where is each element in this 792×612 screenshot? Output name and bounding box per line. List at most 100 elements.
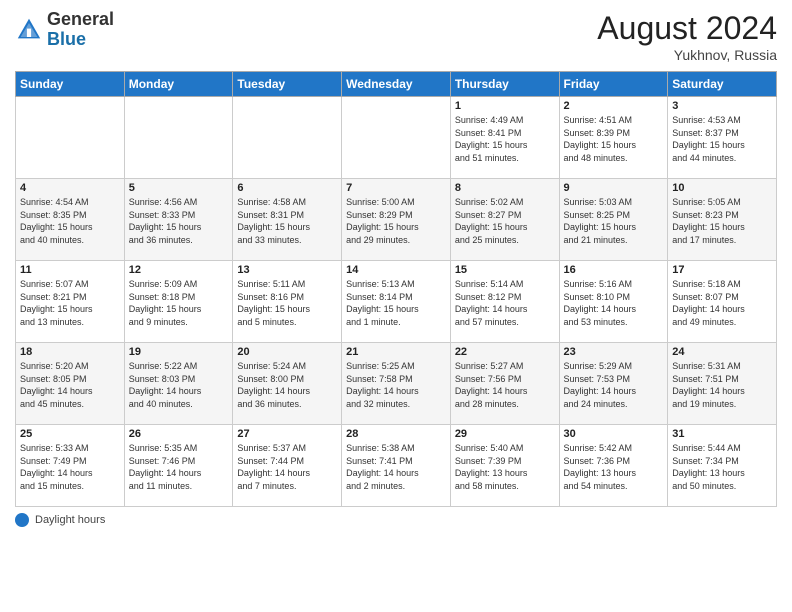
day-number: 4: [20, 182, 120, 194]
day-number: 18: [20, 346, 120, 358]
day-info: Sunrise: 5:33 AM Sunset: 7:49 PM Dayligh…: [20, 442, 120, 492]
day-info: Sunrise: 5:25 AM Sunset: 7:58 PM Dayligh…: [346, 360, 446, 410]
day-number: 22: [455, 346, 555, 358]
day-number: 13: [237, 264, 337, 276]
day-number: 29: [455, 428, 555, 440]
calendar-cell: 17Sunrise: 5:18 AM Sunset: 8:07 PM Dayli…: [668, 261, 777, 343]
day-info: Sunrise: 5:22 AM Sunset: 8:03 PM Dayligh…: [129, 360, 229, 410]
day-number: 28: [346, 428, 446, 440]
day-number: 16: [564, 264, 664, 276]
day-number: 19: [129, 346, 229, 358]
calendar-cell: 19 Sunrise: 5:22 AM Sunset: 8:03 PM Dayli…: [124, 343, 233, 425]
day-number: 12: [129, 264, 229, 276]
day-number: 6: [237, 182, 337, 194]
logo: General Blue: [15, 10, 114, 50]
day-info: Sunrise: 4:49 AM Sunset: 8:41 PM Dayligh…: [455, 114, 555, 164]
title-block: August 2024 Yukhnov, Russia: [597, 10, 777, 63]
calendar-cell: 18 Sunrise: 5:20 AM Sunset: 8:05 PM Dayli…: [16, 343, 125, 425]
calendar-day-header: Thursday: [450, 72, 559, 97]
calendar-cell: [342, 97, 451, 179]
day-info: Sunrise: 5:16 AM Sunset: 8:10 PM Dayligh…: [564, 278, 664, 328]
calendar-cell: 11Sunrise: 5:07 AM Sunset: 8:21 PM Dayli…: [16, 261, 125, 343]
calendar-day-header: Tuesday: [233, 72, 342, 97]
calendar-cell: 23Sunrise: 5:29 AM Sunset: 7:53 PM Dayli…: [559, 343, 668, 425]
day-info: Sunrise: 5:40 AM Sunset: 7:39 PM Dayligh…: [455, 442, 555, 492]
day-info: Sunrise: 5:14 AM Sunset: 8:12 PM Dayligh…: [455, 278, 555, 328]
day-info: Sunrise: 5:18 AM Sunset: 8:07 PM Dayligh…: [672, 278, 772, 328]
calendar-cell: 8Sunrise: 5:02 AM Sunset: 8:27 PM Daylig…: [450, 179, 559, 261]
calendar: SundayMondayTuesdayWednesdayThursdayFrid…: [15, 71, 777, 507]
day-info: Sunrise: 5:27 AM Sunset: 7:56 PM Dayligh…: [455, 360, 555, 410]
day-number: 31: [672, 428, 772, 440]
calendar-cell: 2Sunrise: 4:51 AM Sunset: 8:39 PM Daylig…: [559, 97, 668, 179]
day-info: Sunrise: 5:00 AM Sunset: 8:29 PM Dayligh…: [346, 196, 446, 246]
calendar-week-row: 18 Sunrise: 5:20 AM Sunset: 8:05 PM Dayli…: [16, 343, 777, 425]
day-info: Sunrise: 5:37 AM Sunset: 7:44 PM Dayligh…: [237, 442, 337, 492]
day-info: Sunrise: 5:11 AM Sunset: 8:16 PM Dayligh…: [237, 278, 337, 328]
month-year: August 2024: [597, 10, 777, 47]
footer: Daylight hours: [15, 513, 777, 527]
day-number: 21: [346, 346, 446, 358]
day-info: Sunrise: 5:42 AM Sunset: 7:36 PM Dayligh…: [564, 442, 664, 492]
calendar-cell: [233, 97, 342, 179]
day-info: Sunrise: 5:35 AM Sunset: 7:46 PM Dayligh…: [129, 442, 229, 492]
calendar-day-header: Monday: [124, 72, 233, 97]
day-info: Sunrise: 5:24 AM Sunset: 8:00 PM Dayligh…: [237, 360, 337, 410]
day-number: 14: [346, 264, 446, 276]
day-info: Sunrise: 5:07 AM Sunset: 8:21 PM Dayligh…: [20, 278, 120, 328]
calendar-cell: 15Sunrise: 5:14 AM Sunset: 8:12 PM Dayli…: [450, 261, 559, 343]
day-info: Sunrise: 5:09 AM Sunset: 8:18 PM Dayligh…: [129, 278, 229, 328]
day-info: Sunrise: 5:44 AM Sunset: 7:34 PM Dayligh…: [672, 442, 772, 492]
calendar-cell: 27Sunrise: 5:37 AM Sunset: 7:44 PM Dayli…: [233, 425, 342, 507]
calendar-week-row: 11Sunrise: 5:07 AM Sunset: 8:21 PM Dayli…: [16, 261, 777, 343]
day-number: 10: [672, 182, 772, 194]
logo-icon: [15, 16, 43, 44]
calendar-week-row: 4Sunrise: 4:54 AM Sunset: 8:35 PM Daylig…: [16, 179, 777, 261]
calendar-day-header: Wednesday: [342, 72, 451, 97]
footer-dot: [15, 513, 29, 527]
calendar-cell: 5 Sunrise: 4:56 AM Sunset: 8:33 PM Daylig…: [124, 179, 233, 261]
calendar-week-row: 25 Sunrise: 5:33 AM Sunset: 7:49 PM Dayli…: [16, 425, 777, 507]
calendar-cell: 30 Sunrise: 5:42 AM Sunset: 7:36 PM Dayli…: [559, 425, 668, 507]
calendar-cell: 20Sunrise: 5:24 AM Sunset: 8:00 PM Dayli…: [233, 343, 342, 425]
page: General Blue August 2024 Yukhnov, Russia…: [0, 0, 792, 612]
day-number: 25: [20, 428, 120, 440]
logo-blue-text: Blue: [47, 29, 86, 49]
day-info: Sunrise: 4:51 AM Sunset: 8:39 PM Dayligh…: [564, 114, 664, 164]
calendar-cell: [16, 97, 125, 179]
day-number: 26: [129, 428, 229, 440]
calendar-cell: 14 Sunrise: 5:13 AM Sunset: 8:14 PM Dayli…: [342, 261, 451, 343]
calendar-cell: 22 Sunrise: 5:27 AM Sunset: 7:56 PM Dayli…: [450, 343, 559, 425]
calendar-day-header: Sunday: [16, 72, 125, 97]
day-info: Sunrise: 5:20 AM Sunset: 8:05 PM Dayligh…: [20, 360, 120, 410]
day-info: Sunrise: 4:56 AM Sunset: 8:33 PM Dayligh…: [129, 196, 229, 246]
day-number: 1: [455, 100, 555, 112]
logo-text: General Blue: [47, 10, 114, 50]
day-number: 30: [564, 428, 664, 440]
day-info: Sunrise: 5:38 AM Sunset: 7:41 PM Dayligh…: [346, 442, 446, 492]
calendar-header-row: SundayMondayTuesdayWednesdayThursdayFrid…: [16, 72, 777, 97]
day-info: Sunrise: 4:53 AM Sunset: 8:37 PM Dayligh…: [672, 114, 772, 164]
day-number: 9: [564, 182, 664, 194]
calendar-cell: 25 Sunrise: 5:33 AM Sunset: 7:49 PM Dayli…: [16, 425, 125, 507]
calendar-cell: 9 Sunrise: 5:03 AM Sunset: 8:25 PM Daylig…: [559, 179, 668, 261]
logo-general-text: General: [47, 9, 114, 29]
calendar-cell: 12 Sunrise: 5:09 AM Sunset: 8:18 PM Dayli…: [124, 261, 233, 343]
calendar-cell: [124, 97, 233, 179]
day-number: 24: [672, 346, 772, 358]
day-number: 23: [564, 346, 664, 358]
calendar-day-header: Friday: [559, 72, 668, 97]
day-number: 8: [455, 182, 555, 194]
location: Yukhnov, Russia: [597, 47, 777, 63]
calendar-cell: 21 Sunrise: 5:25 AM Sunset: 7:58 PM Dayli…: [342, 343, 451, 425]
header: General Blue August 2024 Yukhnov, Russia: [15, 10, 777, 63]
day-info: Sunrise: 5:05 AM Sunset: 8:23 PM Dayligh…: [672, 196, 772, 246]
day-info: Sunrise: 5:03 AM Sunset: 8:25 PM Dayligh…: [564, 196, 664, 246]
day-number: 5: [129, 182, 229, 194]
day-info: Sunrise: 4:58 AM Sunset: 8:31 PM Dayligh…: [237, 196, 337, 246]
calendar-cell: 10 Sunrise: 5:05 AM Sunset: 8:23 PM Dayli…: [668, 179, 777, 261]
calendar-cell: 1 Sunrise: 4:49 AM Sunset: 8:41 PM Daylig…: [450, 97, 559, 179]
day-info: Sunrise: 5:13 AM Sunset: 8:14 PM Dayligh…: [346, 278, 446, 328]
day-number: 7: [346, 182, 446, 194]
calendar-cell: 6 Sunrise: 4:58 AM Sunset: 8:31 PM Daylig…: [233, 179, 342, 261]
